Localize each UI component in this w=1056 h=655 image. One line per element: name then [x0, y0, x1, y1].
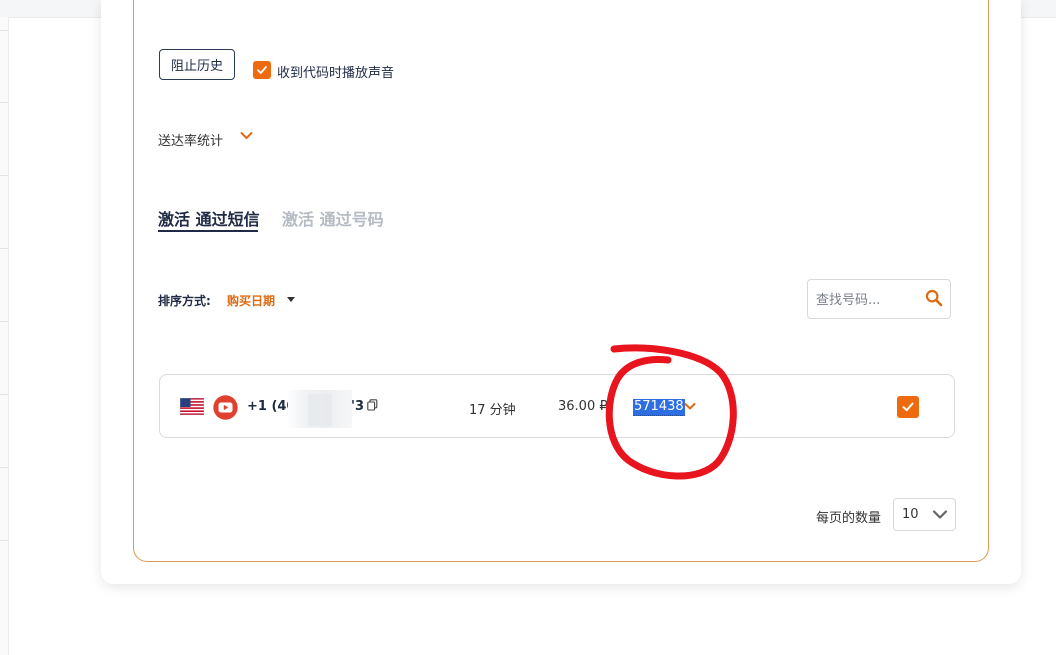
rail-tick: [0, 248, 8, 249]
redacted-phone-digits: [308, 394, 332, 426]
chevron-down-icon[interactable]: [684, 402, 696, 411]
us-flag-icon: [180, 398, 204, 415]
left-sidebar-edge: [0, 17, 9, 655]
search-input[interactable]: [816, 290, 916, 310]
caret-down-icon[interactable]: [287, 297, 295, 302]
rail-tick: [0, 30, 8, 31]
sort-dropdown[interactable]: 购买日期: [227, 292, 275, 309]
checkmark-icon: [257, 66, 267, 74]
active-tab-indicator: [158, 230, 258, 232]
rail-tick: [0, 467, 8, 468]
activation-select-checkbox[interactable]: [897, 396, 919, 418]
per-page-select[interactable]: 10: [893, 498, 956, 531]
youtube-icon: [213, 395, 238, 420]
tab-activation-number[interactable]: 激活 通过号码: [282, 206, 384, 230]
per-page-value: 10: [902, 507, 919, 522]
sms-code[interactable]: 571438: [633, 399, 685, 416]
search-icon[interactable]: [925, 289, 943, 307]
sound-on-code-label[interactable]: 收到代码时播放声音: [277, 62, 394, 81]
rail-tick: [0, 321, 8, 322]
sound-on-code-checkbox[interactable]: [253, 61, 271, 79]
chevron-down-icon[interactable]: [240, 131, 253, 141]
delivery-stats-toggle[interactable]: 送达率统计: [158, 130, 223, 149]
phone-number-tail: '3: [351, 399, 365, 414]
chevron-down-icon: [932, 510, 948, 519]
rail-tick: [0, 175, 8, 176]
rail-tick: [0, 394, 8, 395]
time-remaining: 17 分钟: [469, 403, 516, 418]
price: 36.00 ₽: [558, 399, 608, 414]
checkmark-icon: [902, 402, 914, 412]
sort-label: 排序方式:: [158, 294, 211, 308]
copy-icon[interactable]: [367, 399, 378, 411]
rail-tick: [0, 102, 8, 103]
per-page-label: 每页的数量: [816, 511, 882, 526]
search-field[interactable]: [807, 279, 951, 319]
rail-tick: [0, 540, 8, 541]
block-history-button[interactable]: 阻止历史: [159, 49, 235, 80]
tab-activation-sms[interactable]: 激活 通过短信: [158, 206, 260, 230]
